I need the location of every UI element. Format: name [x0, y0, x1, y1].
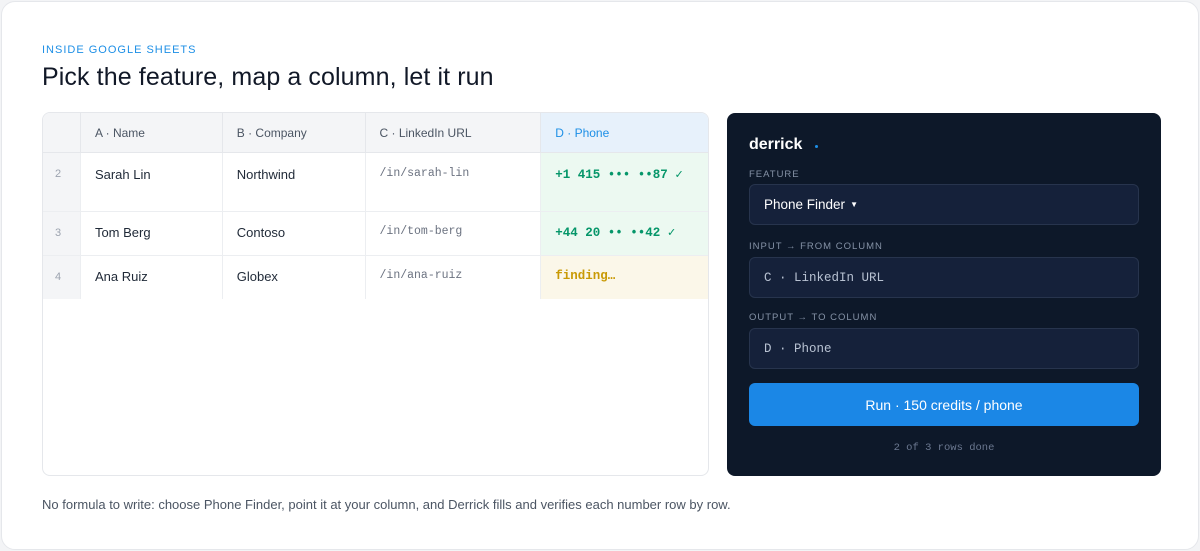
eyebrow-label: INSIDE GOOGLE SHEETS: [42, 44, 197, 56]
caption-text: No formula to write: choose Phone Finder…: [42, 497, 731, 512]
derrick-panel: derrick FEATURE Phone Finder ▼ INPUT → F…: [727, 113, 1161, 476]
output-column-value: D · Phone: [764, 341, 832, 356]
cell-company[interactable]: Contoso: [223, 212, 366, 255]
column-header-a[interactable]: A · Name: [81, 113, 223, 152]
input-column-label: INPUT → FROM COLUMN: [749, 241, 883, 252]
cell-name[interactable]: Sarah Lin: [81, 153, 223, 211]
output-column-field[interactable]: D · Phone: [749, 328, 1139, 369]
cell-company[interactable]: Globex: [223, 256, 366, 299]
column-header-c[interactable]: C · LinkedIn URL: [366, 113, 542, 152]
table-row: 4 Ana Ruiz Globex /in/ana-ruiz finding…: [43, 256, 708, 299]
table-row: 2 Sarah Lin Northwind /in/sarah-lin +1 4…: [43, 153, 708, 212]
cell-phone[interactable]: +44 20 •• ••42 ✓: [541, 212, 708, 255]
column-header-b[interactable]: B · Company: [223, 113, 366, 152]
cell-linkedin[interactable]: /in/sarah-lin: [366, 153, 542, 211]
input-column-value: C · LinkedIn URL: [764, 270, 885, 285]
cell-company[interactable]: Northwind: [223, 153, 366, 211]
brand-dot-icon: [815, 145, 818, 148]
table-row: 3 Tom Berg Contoso /in/tom-berg +44 20 •…: [43, 212, 708, 256]
page-title: Pick the feature, map a column, let it r…: [42, 63, 494, 91]
feature-select-value: Phone Finder: [764, 197, 846, 212]
run-button[interactable]: Run · 150 credits / phone: [749, 383, 1139, 426]
cell-name[interactable]: Ana Ruiz: [81, 256, 223, 299]
caret-down-icon: ▼: [850, 200, 858, 209]
output-column-label: OUTPUT → TO COLUMN: [749, 312, 878, 323]
feature-label: FEATURE: [749, 169, 800, 180]
row-number[interactable]: 2: [43, 153, 81, 211]
row-number[interactable]: 3: [43, 212, 81, 255]
progress-status: 2 of 3 rows done: [893, 442, 995, 454]
spreadsheet: A · Name B · Company C · LinkedIn URL D …: [42, 112, 709, 476]
cell-linkedin[interactable]: /in/tom-berg: [366, 212, 542, 255]
feature-select[interactable]: Phone Finder ▼: [749, 184, 1139, 225]
cell-phone[interactable]: +1 415 ••• ••87 ✓: [541, 153, 708, 211]
row-number[interactable]: 4: [43, 256, 81, 299]
input-column-field[interactable]: C · LinkedIn URL: [749, 257, 1139, 298]
cell-linkedin[interactable]: /in/ana-ruiz: [366, 256, 542, 299]
column-header-d[interactable]: D · Phone: [541, 113, 708, 152]
row-number-header[interactable]: [43, 113, 81, 152]
cell-name[interactable]: Tom Berg: [81, 212, 223, 255]
brand-logo: derrick: [749, 136, 803, 153]
column-header-row: A · Name B · Company C · LinkedIn URL D …: [43, 113, 708, 153]
feature-card: INSIDE GOOGLE SHEETS Pick the feature, m…: [1, 1, 1199, 550]
cell-phone-pending[interactable]: finding…: [541, 256, 708, 299]
